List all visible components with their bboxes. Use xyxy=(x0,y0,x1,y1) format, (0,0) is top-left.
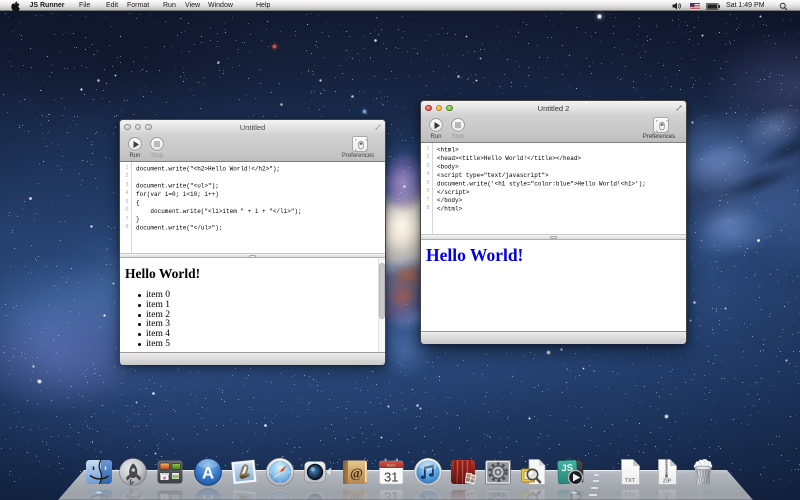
svg-text:TXT: TXT xyxy=(625,490,636,496)
svg-text:ZIP: ZIP xyxy=(663,489,672,495)
svg-text:@: @ xyxy=(350,492,363,500)
svg-text:A: A xyxy=(202,491,214,500)
svg-text:31: 31 xyxy=(384,489,398,500)
svg-text:31: 31 xyxy=(384,470,398,485)
svg-text:TXT: TXT xyxy=(625,478,636,484)
svg-text:AUG: AUG xyxy=(387,463,396,468)
svg-text:ZIP: ZIP xyxy=(663,479,672,485)
svg-text:@: @ xyxy=(350,467,363,482)
